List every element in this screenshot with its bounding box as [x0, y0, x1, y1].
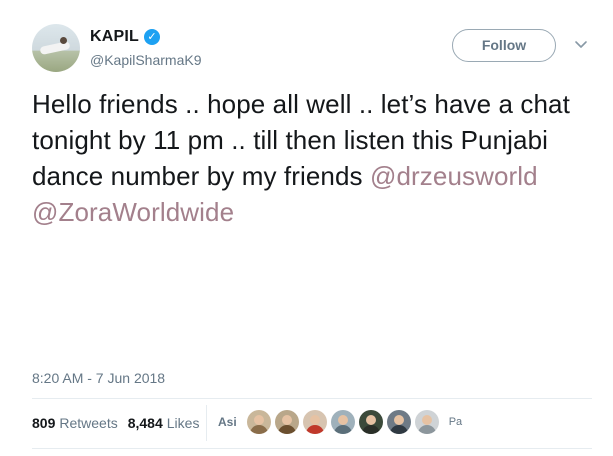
- liker-avatar-head: [365, 415, 376, 425]
- avatar-head: [60, 37, 67, 44]
- liker-avatar[interactable]: [274, 410, 299, 434]
- retweets-stat[interactable]: 809 Retweets: [32, 415, 118, 431]
- chevron-down-icon[interactable]: [573, 36, 589, 52]
- divider: [32, 448, 592, 449]
- tweet-text: Hello friends .. hope all well .. let’s …: [32, 86, 602, 230]
- liker-avatar-head: [253, 415, 264, 425]
- liker-avatar-head: [421, 415, 432, 425]
- tweet-timestamp[interactable]: 8:20 AM - 7 Jun 2018: [32, 370, 165, 386]
- liker-avatar-body: [249, 425, 268, 434]
- author-name[interactable]: KAPIL: [90, 28, 139, 46]
- tweet-header: KAPIL ✓ @KapilSharmaK9 Follow: [0, 0, 613, 80]
- mention-link[interactable]: @drzeusworld: [370, 161, 538, 191]
- author-handle[interactable]: @KapilSharmaK9: [90, 52, 202, 68]
- likes-count: 8,484: [127, 415, 163, 431]
- liker-avatar[interactable]: [330, 410, 355, 434]
- retweets-label: Retweets: [59, 415, 118, 431]
- divider: [32, 398, 592, 399]
- stats-divider: [206, 405, 207, 441]
- liker-avatar[interactable]: [386, 410, 411, 434]
- liker-avatar[interactable]: [246, 410, 271, 434]
- likers-start-label: Asi: [218, 415, 237, 429]
- liker-avatar-head: [393, 415, 404, 425]
- liker-avatar-body: [389, 425, 408, 434]
- liker-avatar[interactable]: [358, 410, 383, 434]
- likes-stat[interactable]: 8,484 Likes: [128, 415, 200, 431]
- author-avatar[interactable]: [32, 24, 80, 72]
- liker-avatar[interactable]: [414, 410, 439, 434]
- likers-avatars: Asi Pa: [218, 407, 462, 437]
- liker-avatar-body: [417, 425, 436, 434]
- author-name-row: KAPIL ✓: [90, 28, 160, 46]
- follow-button[interactable]: Follow: [452, 29, 556, 62]
- retweets-count: 809: [32, 415, 56, 431]
- verified-badge-icon: ✓: [144, 29, 160, 45]
- liker-avatar-body: [361, 425, 380, 434]
- liker-faces: [246, 410, 443, 434]
- liker-avatar[interactable]: [302, 410, 327, 434]
- liker-avatar-body: [333, 425, 352, 434]
- liker-avatar-head: [309, 415, 320, 425]
- liker-avatar-head: [337, 415, 348, 425]
- liker-avatar-body: [277, 425, 296, 434]
- likers-end-label: Pa: [448, 416, 463, 428]
- mention-link[interactable]: @ZoraWorldwide: [32, 197, 234, 227]
- liker-avatar-head: [281, 415, 292, 425]
- liker-avatar-body: [305, 425, 324, 434]
- tweet-stats: 809 Retweets 8,484 Likes: [32, 413, 199, 433]
- likes-label: Likes: [166, 415, 200, 431]
